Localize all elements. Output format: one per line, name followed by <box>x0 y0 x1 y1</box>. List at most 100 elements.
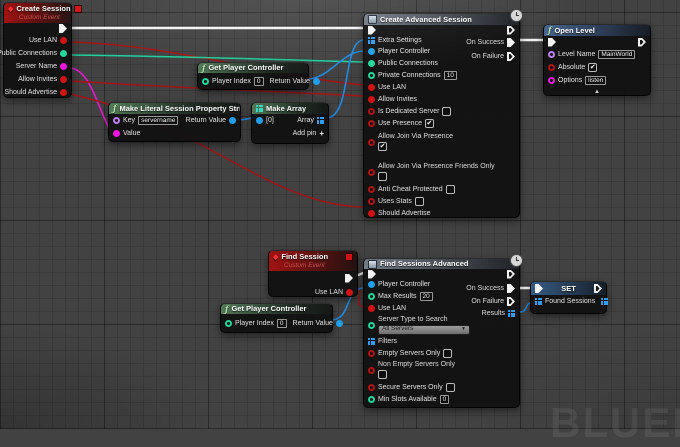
player-index-pin[interactable] <box>202 78 209 85</box>
server-name-pin[interactable] <box>60 63 67 70</box>
node-header[interactable]: Make Literal Session Property String <box>109 103 240 114</box>
use-lan-pin[interactable] <box>368 304 375 312</box>
node-make-literal-session-property-string[interactable]: Make Literal Session Property String Key… <box>108 102 241 142</box>
public-connections-pin[interactable] <box>368 59 375 67</box>
node-header[interactable]: Make Array <box>252 103 328 114</box>
level-name-pin[interactable] <box>548 51 555 58</box>
pin-label: Found Sessions <box>545 298 596 305</box>
non-empty-servers-only-checkbox[interactable] <box>378 370 387 379</box>
should-advertise-pin[interactable] <box>60 89 67 96</box>
absolute-checkbox[interactable]: ✔ <box>588 63 598 72</box>
player-index-field[interactable]: 0 <box>276 318 287 328</box>
min-slots-available-pin[interactable] <box>368 395 375 403</box>
node-header[interactable]: Create Session Custom Event <box>4 3 82 23</box>
private-connections-field[interactable]: 10 <box>443 70 457 80</box>
server-type-pin[interactable] <box>368 321 375 329</box>
use-presence-pin[interactable] <box>368 119 375 127</box>
node-find-session[interactable]: Find Session Custom Event Use LAN <box>268 250 358 297</box>
filters-pin[interactable] <box>368 338 375 345</box>
pin-label: Key <box>123 117 136 124</box>
found-sessions-in-pin[interactable] <box>535 298 542 305</box>
node-make-array[interactable]: Make Array [0] Array Add pin <box>251 102 329 144</box>
node-set-found-sessions[interactable]: SET Found Sessions <box>530 281 609 314</box>
min-slots-available-field[interactable]: 0 <box>439 394 450 404</box>
array-out-pin[interactable] <box>317 117 324 124</box>
found-sessions-out-pin[interactable] <box>601 298 609 305</box>
node-header[interactable]: Open Level <box>544 25 650 36</box>
use-lan-pin[interactable] <box>368 83 375 91</box>
allow-join-via-presence-friends-only-checkbox[interactable] <box>378 172 387 181</box>
server-type-dropdown[interactable]: All Servers <box>378 324 470 335</box>
node-header[interactable]: Get Player Controller <box>198 63 308 73</box>
results-pin[interactable] <box>508 310 515 317</box>
max-results-pin[interactable] <box>368 292 375 300</box>
is-dedicated-server-checkbox[interactable] <box>442 106 452 116</box>
node-create-session[interactable]: Create Session Custom Event Use LAN Publ… <box>0 2 82 98</box>
exec-out-pin[interactable] <box>59 24 67 33</box>
collapse-arrow-icon[interactable] <box>594 89 600 95</box>
extra-settings-pin[interactable] <box>368 37 375 44</box>
absolute-pin[interactable] <box>548 64 555 71</box>
allow-invites-pin[interactable] <box>60 76 67 83</box>
node-get-player-controller-2[interactable]: Get Player Controller Player Index 0 Ret… <box>220 303 343 333</box>
level-name-field[interactable]: MainWorld <box>598 50 636 59</box>
anti-cheat-protected-pin[interactable] <box>368 185 375 193</box>
exec-out-pin[interactable] <box>507 25 515 35</box>
use-lan-pin[interactable] <box>60 37 67 44</box>
options-field[interactable]: listen <box>585 76 607 85</box>
node-header[interactable]: Find Session Custom Event <box>269 251 357 271</box>
allow-join-via-presence-friends-only-pin[interactable] <box>368 168 375 176</box>
key-pin[interactable] <box>113 117 120 124</box>
node-open-level[interactable]: Open Level Level Name MainWorld Absolute… <box>543 24 651 96</box>
node-get-player-controller-1[interactable]: Get Player Controller Player Index 0 Ret… <box>197 62 320 90</box>
exec-out-pin[interactable] <box>507 269 515 279</box>
exec-out-pin[interactable] <box>345 273 353 283</box>
exec-out-pin[interactable] <box>594 284 602 293</box>
exec-in-pin[interactable] <box>368 269 376 279</box>
empty-servers-only-checkbox[interactable] <box>443 348 453 358</box>
empty-servers-only-pin[interactable] <box>368 349 375 357</box>
anti-cheat-protected-checkbox[interactable] <box>445 184 455 194</box>
public-connections-pin[interactable] <box>60 50 67 57</box>
uses-stats-pin[interactable] <box>368 197 375 205</box>
exec-out-pin[interactable] <box>638 37 646 47</box>
use-lan-pin[interactable] <box>346 288 353 296</box>
allow-invites-pin[interactable] <box>368 95 375 103</box>
return-value-pin[interactable] <box>229 117 236 124</box>
private-connections-pin[interactable] <box>368 71 375 79</box>
node-create-advanced-session[interactable]: Create Advanced Session On Success On Fa… <box>363 9 523 218</box>
exec-in-pin[interactable] <box>368 25 376 35</box>
allow-join-via-presence-pin[interactable] <box>368 138 375 146</box>
max-results-field[interactable]: 20 <box>419 291 433 301</box>
secure-servers-only-checkbox[interactable] <box>445 382 455 392</box>
on-failure-pin[interactable] <box>507 52 515 61</box>
player-controller-pin[interactable] <box>368 48 375 55</box>
player-controller-pin[interactable] <box>368 281 375 288</box>
on-success-pin[interactable] <box>507 38 515 47</box>
secure-servers-only-pin[interactable] <box>368 383 375 391</box>
exec-in-pin[interactable] <box>535 284 543 293</box>
value-pin[interactable] <box>113 130 120 137</box>
node-header[interactable]: Get Player Controller <box>221 304 332 314</box>
options-pin[interactable] <box>548 77 555 84</box>
exec-in-pin[interactable] <box>548 37 556 47</box>
return-value-pin[interactable] <box>335 319 343 327</box>
allow-join-via-presence-checkbox[interactable]: ✔ <box>378 142 387 151</box>
player-index-field[interactable]: 0 <box>253 77 264 86</box>
add-pin-button[interactable]: Add pin <box>252 127 328 140</box>
on-success-pin[interactable] <box>507 284 515 293</box>
array-element-pin[interactable] <box>256 117 263 124</box>
player-index-pin[interactable] <box>225 319 232 327</box>
should-advertise-pin[interactable] <box>368 209 375 217</box>
node-header[interactable]: Find Sessions Advanced <box>364 259 519 269</box>
uses-stats-checkbox[interactable] <box>414 196 424 206</box>
node-header[interactable]: SET <box>531 282 606 295</box>
node-find-sessions-advanced[interactable]: Find Sessions Advanced On Success On Fai… <box>363 254 523 408</box>
on-failure-pin[interactable] <box>507 297 515 306</box>
non-empty-servers-only-pin[interactable] <box>368 366 375 374</box>
is-dedicated-server-pin[interactable] <box>368 107 375 115</box>
node-header[interactable]: Create Advanced Session <box>364 14 519 25</box>
use-presence-checkbox[interactable]: ✔ <box>424 118 434 128</box>
key-field[interactable]: servername <box>138 116 179 125</box>
return-value-pin[interactable] <box>312 78 320 85</box>
